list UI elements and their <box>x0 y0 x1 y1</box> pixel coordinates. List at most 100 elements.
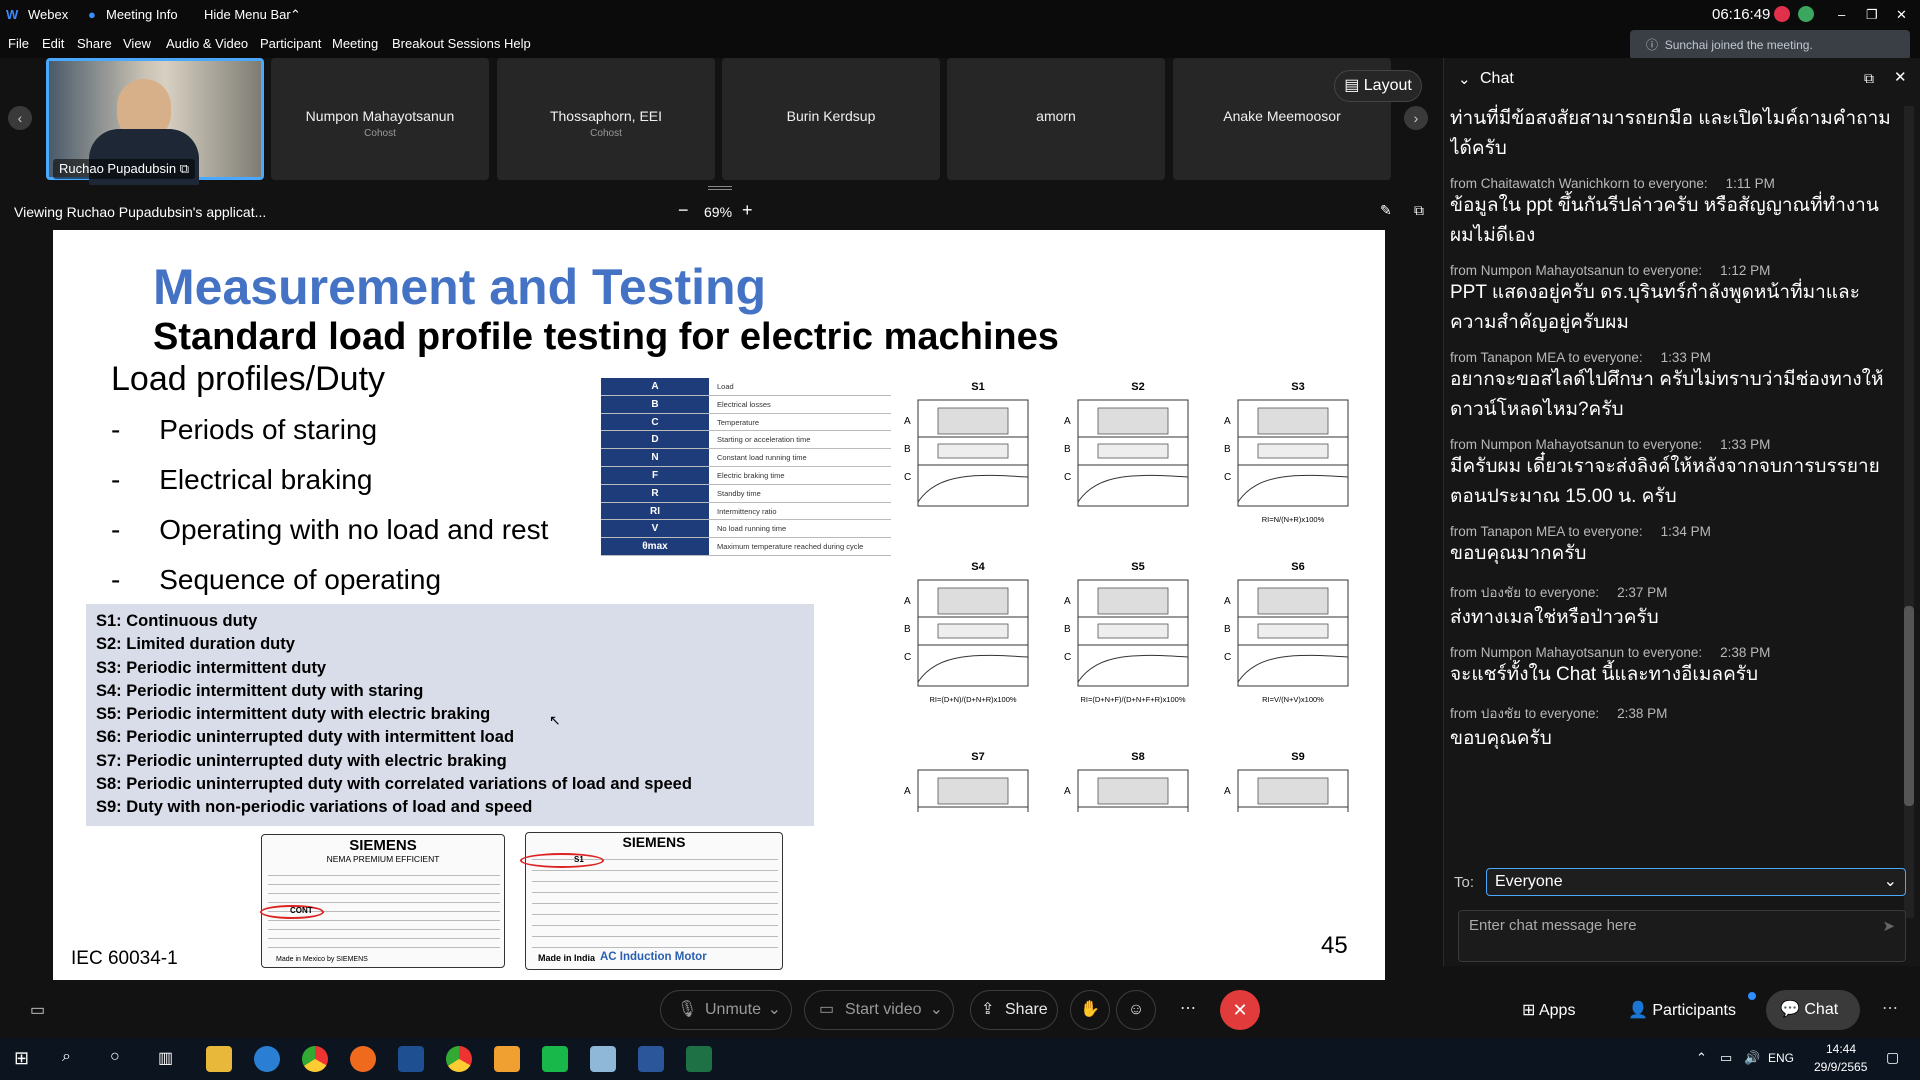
menu-view[interactable]: View <box>123 36 151 51</box>
chat-message: from Tanapon MEA to everyone: 1:34 PM ขอบค… <box>1450 524 1900 569</box>
file-explorer-icon[interactable] <box>206 1046 232 1072</box>
more-options-icon[interactable]: ⋯ <box>1168 990 1208 1030</box>
restore-icon[interactable]: ❐ <box>1866 7 1878 23</box>
loss-block <box>937 443 1009 459</box>
zoom-in-button[interactable]: + <box>742 200 753 221</box>
chat-panel: ⌄ Chat ⧉ ✕ ท่านที่มีข้อสงสัยสามารถยกมือ … <box>1443 58 1920 966</box>
excel-icon[interactable] <box>686 1046 712 1072</box>
chat-message-header: from ปองชัย to everyone: 2:38 PM <box>1450 702 1900 724</box>
chevron-down-icon: ⌄ <box>929 1001 943 1018</box>
collapse-chevron-icon[interactable]: ⌄ <box>1458 70 1471 88</box>
apps-button[interactable]: ⊞ Apps <box>1522 1000 1575 1020</box>
language-indicator[interactable]: ENG <box>1768 1051 1794 1065</box>
close-chat-icon[interactable]: ✕ <box>1894 68 1907 86</box>
recipient-value: Everyone <box>1495 873 1563 890</box>
chat-message-header: from Tanapon MEA to everyone: 1:34 PM <box>1450 524 1900 539</box>
chat-timestamp: 1:33 PM <box>1660 350 1711 365</box>
participant-name: Anake Meemoosor <box>1223 108 1341 124</box>
captions-icon[interactable]: ▭ <box>30 1000 45 1020</box>
overflow-menu-icon[interactable]: ⋯ <box>1882 998 1898 1018</box>
raise-hand-icon[interactable]: ✋ <box>1070 990 1110 1030</box>
popout-icon[interactable]: ⧉ <box>1414 202 1424 219</box>
recipient-select[interactable]: Everyone ⌄ <box>1486 868 1906 896</box>
legend-table: A Load B Electrical losses C Temperature D Star… <box>601 378 891 556</box>
zoom-out-button[interactable]: − <box>678 200 689 221</box>
network-icon[interactable]: ▭ <box>1720 1050 1732 1066</box>
menu-participant[interactable]: Participant <box>260 36 321 51</box>
volume-icon[interactable]: 🔊 <box>1744 1050 1760 1066</box>
firefox-icon[interactable] <box>350 1046 376 1072</box>
nameplate-motor-type: AC Induction Motor <box>600 951 707 963</box>
participant-tile[interactable]: amorn <box>947 58 1165 180</box>
participant-tile-video[interactable]: Ruchao Pupadubsin ⧉ <box>46 58 264 185</box>
diagram-axis-letter: B <box>1224 444 1231 455</box>
popout-chat-icon[interactable]: ⧉ <box>1864 70 1874 87</box>
reactions-icon[interactable]: ☺ <box>1116 990 1156 1030</box>
chat-input[interactable]: Enter chat message here ➤ <box>1458 910 1906 962</box>
search-icon[interactable]: ⌕ <box>62 1048 71 1066</box>
app-title: Webex <box>28 7 69 22</box>
layout-button[interactable]: ▤ Layout <box>1334 70 1422 102</box>
participant-name: Ruchao Pupadubsin <box>59 161 177 176</box>
diagram-label: S8 <box>1131 751 1144 763</box>
load-block <box>1257 777 1329 805</box>
diagram-label: S4 <box>971 561 985 573</box>
chat-message-text: ขอบคุณครับ <box>1450 728 1552 749</box>
cortana-icon[interactable]: ○ <box>110 1048 120 1066</box>
line-icon[interactable] <box>542 1046 568 1072</box>
app-icon[interactable] <box>494 1046 520 1072</box>
legend-key: B <box>601 395 709 413</box>
webex-taskbar-icon[interactable] <box>398 1046 424 1072</box>
windows-start-icon[interactable]: ⊞ <box>14 1048 29 1069</box>
chat-button[interactable]: 💬 Chat <box>1766 990 1860 1030</box>
zoom-level: 69% <box>704 204 733 220</box>
unmute-button[interactable]: 🎙 Unmute ⌄ <box>660 990 792 1030</box>
menu-meeting[interactable]: Meeting <box>332 36 378 51</box>
edge-icon[interactable] <box>254 1046 280 1072</box>
start-video-button[interactable]: ▭ Start video ⌄ <box>804 990 954 1030</box>
chat-message: from ปองชัย to everyone: 2:38 PM ขอบคุณครั… <box>1450 702 1900 754</box>
meeting-info-button[interactable]: Meeting Info <box>106 7 178 22</box>
task-view-icon[interactable]: ▥ <box>158 1048 173 1068</box>
bullet-item: - Periods of staring <box>111 414 378 445</box>
menu-help[interactable]: Help <box>504 36 531 51</box>
temperature-curve <box>1077 474 1189 503</box>
menu-breakout-sessions[interactable]: Breakout Sessions <box>392 36 500 51</box>
participants-button[interactable]: 👤 Participants <box>1628 1000 1736 1020</box>
chrome-icon[interactable] <box>302 1046 328 1072</box>
resize-handle[interactable] <box>708 186 732 190</box>
legend-row: R Standby time <box>601 484 891 503</box>
duty-item: S1: Continuous duty <box>96 612 258 630</box>
menu-share[interactable]: Share <box>77 36 112 51</box>
close-window-icon[interactable]: ✕ <box>1896 7 1907 23</box>
chat-message-text: ท่านที่มีข้อสงสัยสามารถยกมือ และเปิดไมค์… <box>1450 108 1891 159</box>
legend-key: A <box>601 378 709 395</box>
participant-tile[interactable]: Burin Kerdsup <box>722 58 940 180</box>
chat-sender: from Tanapon MEA to everyone: <box>1450 524 1643 539</box>
duty-list: S1: Continuous duty S2: Limited duration… <box>86 604 814 826</box>
chrome-profile-icon[interactable] <box>446 1046 472 1072</box>
menu-edit[interactable]: Edit <box>42 36 64 51</box>
participant-role: Cohost <box>364 128 396 139</box>
share-button[interactable]: ⇪ Share <box>970 990 1058 1030</box>
menu-file[interactable]: File <box>8 36 29 51</box>
tray-chevron-icon[interactable]: ⌃ <box>1696 1050 1707 1066</box>
menu-audio-video[interactable]: Audio & Video <box>166 36 248 51</box>
bullet-item: - Sequence of operating <box>111 564 442 595</box>
notepad-icon[interactable] <box>590 1046 616 1072</box>
strip-prev-icon[interactable]: ‹ <box>8 106 32 130</box>
chat-scrollbar[interactable] <box>1904 106 1914 918</box>
annotate-icon[interactable]: ✎ <box>1380 202 1392 219</box>
hide-menu-bar-button[interactable]: Hide Menu Bar <box>204 7 291 22</box>
send-icon[interactable]: ➤ <box>1882 917 1895 935</box>
participant-tile[interactable]: Numpon Mahayotsanun Cohost <box>271 58 489 180</box>
chevron-up-icon[interactable]: ⌃ <box>290 7 301 23</box>
word-icon[interactable] <box>638 1046 664 1072</box>
participant-tile[interactable]: Thossaphorn, EEI Cohost <box>497 58 715 180</box>
leave-meeting-icon[interactable]: ✕ <box>1220 990 1260 1030</box>
strip-next-icon[interactable]: › <box>1404 106 1428 130</box>
recording-icon <box>1774 6 1790 22</box>
duty-item: S8: Periodic uninterrupted duty with cor… <box>96 775 692 794</box>
notifications-icon[interactable]: ▢ <box>1886 1049 1899 1066</box>
minimize-icon[interactable]: – <box>1838 7 1845 22</box>
